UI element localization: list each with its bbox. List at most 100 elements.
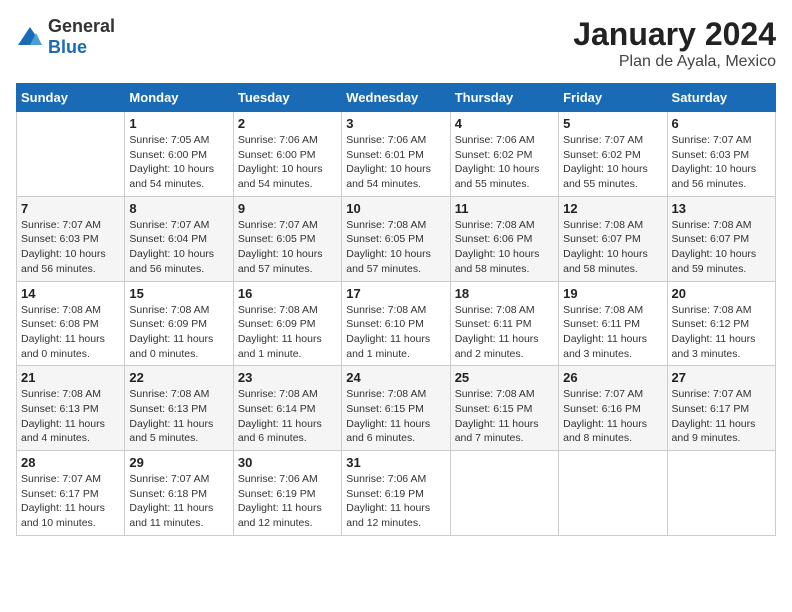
day-info: Sunrise: 7:06 AMSunset: 6:19 PMDaylight:… xyxy=(238,472,337,531)
weekday-header-sunday: Sunday xyxy=(17,84,125,112)
calendar-cell: 5 Sunrise: 7:07 AMSunset: 6:02 PMDaylight… xyxy=(559,112,667,197)
calendar-cell xyxy=(667,451,775,536)
day-info: Sunrise: 7:06 AMSunset: 6:01 PMDaylight:… xyxy=(346,133,445,192)
calendar-week-2: 7 Sunrise: 7:07 AMSunset: 6:03 PMDaylight… xyxy=(17,196,776,281)
day-number: 8 xyxy=(129,201,228,216)
page-title: January 2024 xyxy=(573,16,776,53)
day-number: 11 xyxy=(455,201,554,216)
day-number: 30 xyxy=(238,455,337,470)
day-number: 9 xyxy=(238,201,337,216)
day-number: 25 xyxy=(455,370,554,385)
weekday-header-tuesday: Tuesday xyxy=(233,84,341,112)
day-info: Sunrise: 7:08 AMSunset: 6:15 PMDaylight:… xyxy=(455,387,554,446)
day-info: Sunrise: 7:08 AMSunset: 6:10 PMDaylight:… xyxy=(346,303,445,362)
day-info: Sunrise: 7:08 AMSunset: 6:09 PMDaylight:… xyxy=(129,303,228,362)
calendar-cell: 11 Sunrise: 7:08 AMSunset: 6:06 PMDayligh… xyxy=(450,196,558,281)
day-info: Sunrise: 7:07 AMSunset: 6:03 PMDaylight:… xyxy=(21,218,120,277)
day-number: 13 xyxy=(672,201,771,216)
calendar-cell: 16 Sunrise: 7:08 AMSunset: 6:09 PMDayligh… xyxy=(233,281,341,366)
day-number: 7 xyxy=(21,201,120,216)
calendar-cell: 19 Sunrise: 7:08 AMSunset: 6:11 PMDayligh… xyxy=(559,281,667,366)
day-info: Sunrise: 7:08 AMSunset: 6:14 PMDaylight:… xyxy=(238,387,337,446)
day-info: Sunrise: 7:07 AMSunset: 6:05 PMDaylight:… xyxy=(238,218,337,277)
day-number: 12 xyxy=(563,201,662,216)
day-number: 10 xyxy=(346,201,445,216)
calendar-cell: 4 Sunrise: 7:06 AMSunset: 6:02 PMDaylight… xyxy=(450,112,558,197)
weekday-header-monday: Monday xyxy=(125,84,233,112)
day-number: 2 xyxy=(238,116,337,131)
day-info: Sunrise: 7:08 AMSunset: 6:11 PMDaylight:… xyxy=(455,303,554,362)
calendar-cell: 31Sunrise: 7:06 AMSunset: 6:19 PMDayligh… xyxy=(342,451,450,536)
day-info: Sunrise: 7:07 AMSunset: 6:17 PMDaylight:… xyxy=(21,472,120,531)
day-number: 1 xyxy=(129,116,228,131)
calendar-cell xyxy=(559,451,667,536)
day-number: 19 xyxy=(563,286,662,301)
day-info: Sunrise: 7:08 AMSunset: 6:09 PMDaylight:… xyxy=(238,303,337,362)
logo-icon xyxy=(16,25,44,49)
day-number: 14 xyxy=(21,286,120,301)
day-info: Sunrise: 7:08 AMSunset: 6:12 PMDaylight:… xyxy=(672,303,771,362)
day-number: 28 xyxy=(21,455,120,470)
calendar-cell: 1 Sunrise: 7:05 AMSunset: 6:00 PMDaylight… xyxy=(125,112,233,197)
calendar-cell xyxy=(450,451,558,536)
calendar-table: SundayMondayTuesdayWednesdayThursdayFrid… xyxy=(16,83,776,536)
calendar-cell: 10 Sunrise: 7:08 AMSunset: 6:05 PMDayligh… xyxy=(342,196,450,281)
calendar-cell: 24Sunrise: 7:08 AMSunset: 6:15 PMDayligh… xyxy=(342,366,450,451)
calendar-body: 1 Sunrise: 7:05 AMSunset: 6:00 PMDaylight… xyxy=(17,112,776,536)
day-number: 15 xyxy=(129,286,228,301)
day-number: 17 xyxy=(346,286,445,301)
day-number: 18 xyxy=(455,286,554,301)
weekday-header-saturday: Saturday xyxy=(667,84,775,112)
day-number: 27 xyxy=(672,370,771,385)
day-number: 24 xyxy=(346,370,445,385)
weekday-header-friday: Friday xyxy=(559,84,667,112)
calendar-header: SundayMondayTuesdayWednesdayThursdayFrid… xyxy=(17,84,776,112)
calendar-cell: 14 Sunrise: 7:08 AMSunset: 6:08 PMDayligh… xyxy=(17,281,125,366)
weekday-header-wednesday: Wednesday xyxy=(342,84,450,112)
day-info: Sunrise: 7:07 AMSunset: 6:04 PMDaylight:… xyxy=(129,218,228,277)
calendar-cell: 15 Sunrise: 7:08 AMSunset: 6:09 PMDayligh… xyxy=(125,281,233,366)
day-number: 29 xyxy=(129,455,228,470)
day-info: Sunrise: 7:08 AMSunset: 6:07 PMDaylight:… xyxy=(672,218,771,277)
calendar-week-5: 28 Sunrise: 7:07 AMSunset: 6:17 PMDayligh… xyxy=(17,451,776,536)
calendar-cell: 8 Sunrise: 7:07 AMSunset: 6:04 PMDaylight… xyxy=(125,196,233,281)
calendar-cell: 12Sunrise: 7:08 AMSunset: 6:07 PMDayligh… xyxy=(559,196,667,281)
day-number: 21 xyxy=(21,370,120,385)
calendar-cell: 22Sunrise: 7:08 AMSunset: 6:13 PMDayligh… xyxy=(125,366,233,451)
calendar-cell: 2Sunrise: 7:06 AMSunset: 6:00 PMDaylight… xyxy=(233,112,341,197)
day-info: Sunrise: 7:08 AMSunset: 6:13 PMDaylight:… xyxy=(129,387,228,446)
day-number: 5 xyxy=(563,116,662,131)
calendar-cell: 18 Sunrise: 7:08 AMSunset: 6:11 PMDayligh… xyxy=(450,281,558,366)
calendar-cell: 25 Sunrise: 7:08 AMSunset: 6:15 PMDayligh… xyxy=(450,366,558,451)
logo-text: General Blue xyxy=(48,16,115,58)
calendar-cell xyxy=(17,112,125,197)
calendar-week-1: 1 Sunrise: 7:05 AMSunset: 6:00 PMDaylight… xyxy=(17,112,776,197)
day-info: Sunrise: 7:07 AMSunset: 6:18 PMDaylight:… xyxy=(129,472,228,531)
day-info: Sunrise: 7:08 AMSunset: 6:06 PMDaylight:… xyxy=(455,218,554,277)
day-info: Sunrise: 7:08 AMSunset: 6:05 PMDaylight:… xyxy=(346,218,445,277)
calendar-week-4: 21 Sunrise: 7:08 AMSunset: 6:13 PMDayligh… xyxy=(17,366,776,451)
day-info: Sunrise: 7:05 AMSunset: 6:00 PMDaylight:… xyxy=(129,133,228,192)
logo-general: General xyxy=(48,16,115,36)
logo: General Blue xyxy=(16,16,115,58)
day-info: Sunrise: 7:08 AMSunset: 6:13 PMDaylight:… xyxy=(21,387,120,446)
calendar-cell: 9 Sunrise: 7:07 AMSunset: 6:05 PMDaylight… xyxy=(233,196,341,281)
day-number: 16 xyxy=(238,286,337,301)
day-info: Sunrise: 7:07 AMSunset: 6:03 PMDaylight:… xyxy=(672,133,771,192)
day-info: Sunrise: 7:07 AMSunset: 6:02 PMDaylight:… xyxy=(563,133,662,192)
day-number: 3 xyxy=(346,116,445,131)
day-number: 4 xyxy=(455,116,554,131)
page-header: General Blue January 2024 Plan de Ayala,… xyxy=(16,16,776,71)
calendar-cell: 27Sunrise: 7:07 AMSunset: 6:17 PMDayligh… xyxy=(667,366,775,451)
calendar-cell: 21 Sunrise: 7:08 AMSunset: 6:13 PMDayligh… xyxy=(17,366,125,451)
calendar-week-3: 14 Sunrise: 7:08 AMSunset: 6:08 PMDayligh… xyxy=(17,281,776,366)
day-info: Sunrise: 7:08 AMSunset: 6:11 PMDaylight:… xyxy=(563,303,662,362)
day-number: 6 xyxy=(672,116,771,131)
calendar-cell: 26Sunrise: 7:07 AMSunset: 6:16 PMDayligh… xyxy=(559,366,667,451)
logo-blue: Blue xyxy=(48,37,87,57)
day-info: Sunrise: 7:06 AMSunset: 6:02 PMDaylight:… xyxy=(455,133,554,192)
weekday-header-thursday: Thursday xyxy=(450,84,558,112)
day-info: Sunrise: 7:06 AMSunset: 6:19 PMDaylight:… xyxy=(346,472,445,531)
day-number: 23 xyxy=(238,370,337,385)
day-info: Sunrise: 7:08 AMSunset: 6:08 PMDaylight:… xyxy=(21,303,120,362)
